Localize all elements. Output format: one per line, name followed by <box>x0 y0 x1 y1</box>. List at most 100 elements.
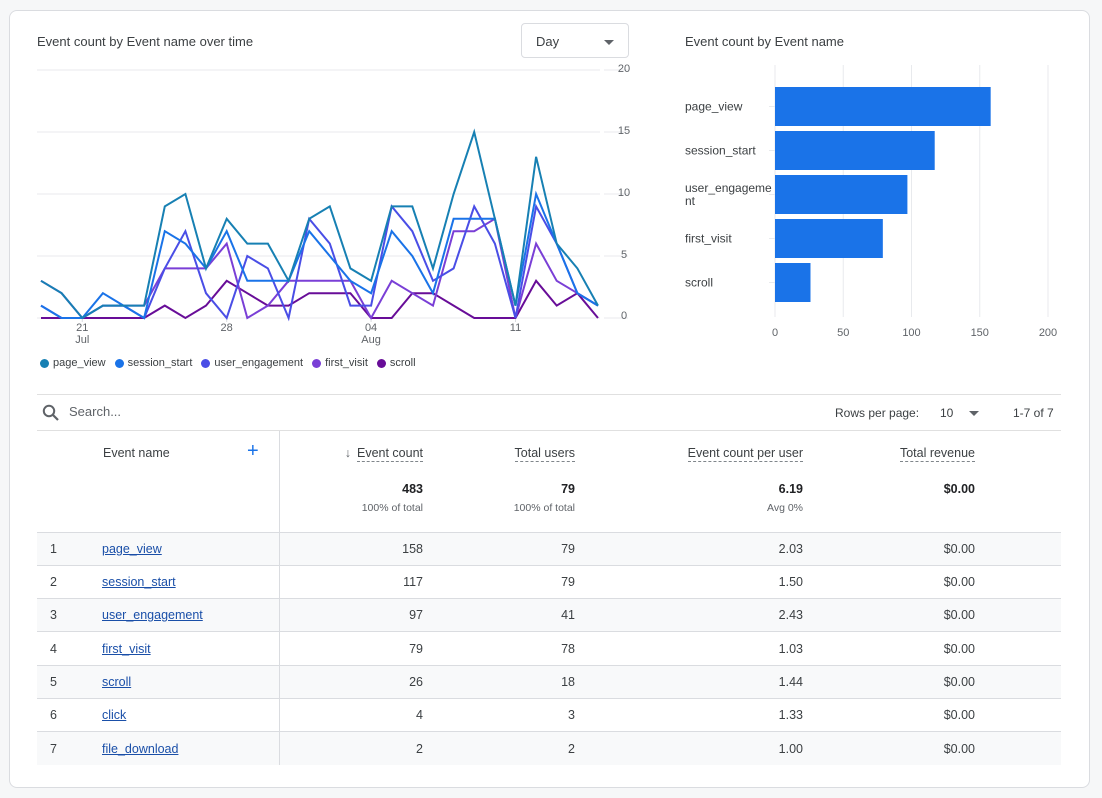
events-table: Event name + ↓ Event count Total users Ev… <box>37 431 1061 766</box>
event-name-cell: 7 file_download <box>37 731 280 766</box>
revenue-cell: $0.00 <box>803 531 975 566</box>
x-tick-label: 11 <box>510 322 521 334</box>
revenue-header-label: Total revenue <box>899 446 975 462</box>
revenue-cell: $0.00 <box>803 564 975 599</box>
bar-first-visit[interactable] <box>775 219 883 258</box>
bar-scroll[interactable] <box>775 263 811 302</box>
column-header-total-revenue[interactable]: Total revenue <box>803 431 975 475</box>
total-users-cell: 2 <box>423 731 575 766</box>
per-user-header-label: Event count per user <box>687 446 803 462</box>
event-name-link[interactable]: user_engagement <box>102 608 203 622</box>
event-count-cell: 117 <box>279 564 423 599</box>
total-users-header-label: Total users <box>514 446 575 462</box>
total-users-cell: 3 <box>423 697 575 732</box>
event-name-link[interactable]: first_visit <box>102 642 151 656</box>
table-row: 2 session_start 117 79 1.50 $0.00 <box>37 564 1061 599</box>
row-rank: 1 <box>50 541 57 556</box>
event-name-cell: 2 session_start <box>37 564 280 599</box>
event-name-link[interactable]: file_download <box>102 742 178 756</box>
table-row: 6 click 4 3 1.33 $0.00 <box>37 697 1061 732</box>
x-tick-label: 04 <box>365 322 377 334</box>
event-name-link[interactable]: session_start <box>102 575 176 589</box>
rows-per-page-label: Rows per page: <box>835 406 920 420</box>
total-users-sub: 100% of total <box>513 502 575 514</box>
total-event-count: 483 <box>402 482 423 496</box>
legend-item-user-engagement[interactable]: user_engagement <box>201 357 303 369</box>
table-row: 5 scroll 26 18 1.44 $0.00 <box>37 664 1061 699</box>
row-rank: 3 <box>50 608 57 623</box>
legend-item-first-visit[interactable]: first_visit <box>312 357 368 369</box>
event-name-cell: 4 first_visit <box>37 631 280 666</box>
row-rank: 7 <box>50 741 57 756</box>
bar-user-engagement[interactable] <box>775 175 908 214</box>
row-rank: 4 <box>50 641 57 656</box>
y-tick-label: 0 <box>621 310 627 322</box>
total-users-cell: 79 <box>423 531 575 566</box>
series-line-page-view[interactable] <box>40 128 599 320</box>
bar-session-start[interactable] <box>775 131 935 170</box>
total-users-cell: 18 <box>423 664 575 699</box>
legend-dot-icon <box>40 358 49 368</box>
x-tick-label: 0 <box>772 327 778 339</box>
per-user-cell: 1.50 <box>575 564 803 599</box>
bar-chart: 0 50 100 150 200 page_view session_start user_e… <box>685 65 1057 339</box>
y-tick-label: 20 <box>618 63 630 75</box>
event-name-cell: 1 page_view <box>37 531 280 566</box>
per-user-cell: 2.03 <box>575 531 803 566</box>
x-tick-label: 28 <box>221 322 233 334</box>
y-tick-label: 10 <box>618 187 630 199</box>
event-count-header-label: Event count <box>356 446 423 462</box>
per-user-cell: 1.44 <box>575 664 803 699</box>
total-users-value: 79 <box>561 482 575 496</box>
total-per-user: 6.19 <box>778 482 803 496</box>
total-revenue-value: $0.00 <box>943 482 975 496</box>
legend-dot-icon <box>376 358 386 368</box>
line-chart-legend: page_view session_start user_engagement fir… <box>40 357 416 369</box>
x-tick-label: 200 <box>1039 327 1057 339</box>
event-name-cell: 6 click <box>37 697 280 732</box>
event-name-cell: 5 scroll <box>37 664 280 699</box>
per-user-cell: 1.33 <box>575 697 803 732</box>
revenue-cell: $0.00 <box>803 731 975 766</box>
total-users-cell: 41 <box>423 598 575 632</box>
rows-per-page-select[interactable]: 10 <box>940 406 979 420</box>
table-row: 1 page_view 158 79 2.03 $0.00 <box>37 531 1061 566</box>
per-user-cell: 1.00 <box>575 731 803 766</box>
legend-item-session-start[interactable]: session_start <box>114 357 192 369</box>
legend-label: scroll <box>389 357 416 369</box>
add-dimension-plus-icon[interactable]: + <box>247 440 259 463</box>
category-label: page_view <box>685 100 743 114</box>
table-toolbar: Rows per page: 10 1-7 of 7 <box>37 394 1061 431</box>
line-chart: 0 5 10 15 20 21Jul 28 04Aug 11 <box>37 63 630 346</box>
per-user-cell: 2.43 <box>575 598 803 632</box>
event-name-link[interactable]: scroll <box>102 675 131 689</box>
table-row: 3 user_engagement 97 41 2.43 $0.00 <box>37 598 1061 632</box>
bar-page-view[interactable] <box>775 87 991 126</box>
column-header-total-users[interactable]: Total users <box>423 431 575 475</box>
x-tick-label: 21 <box>76 322 88 334</box>
legend-label: user_engagement <box>214 357 304 369</box>
event-count-cell: 158 <box>279 531 423 566</box>
column-header-event-count[interactable]: ↓ Event count <box>279 431 423 475</box>
event-name-link[interactable]: click <box>102 708 126 722</box>
row-rank: 6 <box>50 708 57 723</box>
revenue-cell: $0.00 <box>803 697 975 732</box>
column-header-event-name: Event name + <box>37 431 280 475</box>
event-count-cell: 4 <box>279 697 423 732</box>
legend-item-page-view[interactable]: page_view <box>40 357 106 369</box>
row-rank: 2 <box>50 574 57 589</box>
rows-per-page-value: 10 <box>940 406 954 420</box>
legend-dot-icon <box>201 358 211 368</box>
column-header-event-count-per-user[interactable]: Event count per user <box>575 431 803 475</box>
category-label: session_start <box>685 144 756 158</box>
revenue-cell: $0.00 <box>803 664 975 699</box>
search-input[interactable] <box>69 404 369 419</box>
x-tick-label: 50 <box>837 327 849 339</box>
per-user-cell: 1.03 <box>575 631 803 666</box>
total-users-cell: 79 <box>423 564 575 599</box>
pagination-range: 1-7 of 7 <box>1013 406 1054 420</box>
legend-item-scroll[interactable]: scroll <box>376 357 416 369</box>
event-name-link[interactable]: page_view <box>102 542 162 556</box>
row-rank: 5 <box>50 674 57 689</box>
table-row: 7 file_download 2 2 1.00 $0.00 <box>37 731 1061 766</box>
